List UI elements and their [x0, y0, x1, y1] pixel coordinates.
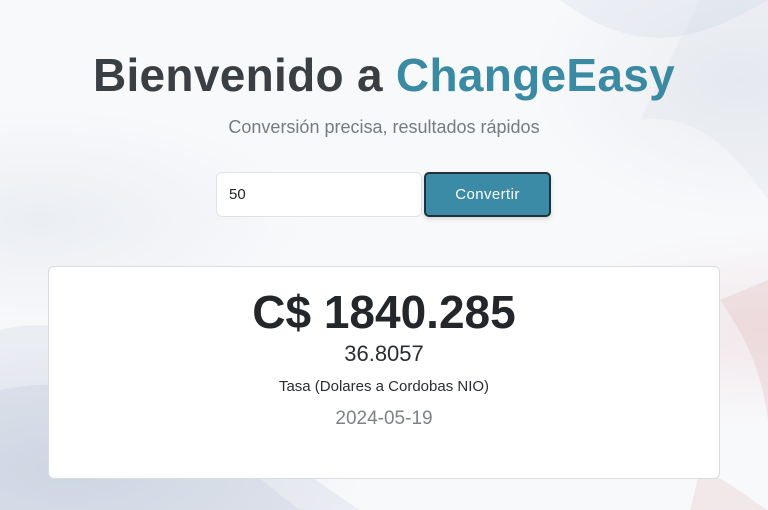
page-title: Bienvenido a ChangeEasy: [0, 48, 768, 102]
main-content: Bienvenido a ChangeEasy Conversión preci…: [0, 0, 768, 510]
convert-button[interactable]: Convertir: [424, 172, 551, 217]
page-subtitle: Conversión precisa, resultados rápidos: [228, 117, 540, 137]
exchange-rate-label: Tasa (Dolares a Cordobas NIO): [278, 378, 490, 395]
exchange-rate: 36.8057: [344, 341, 424, 366]
rate-date: 2024-05-19: [335, 408, 433, 429]
amount-input[interactable]: [216, 172, 422, 217]
result-card: C$ 1840.285 36.8057 Tasa (Dolares a Cord…: [48, 266, 720, 479]
converted-amount: C$ 1840.285: [252, 286, 516, 338]
title-prefix: Bienvenido a: [92, 49, 396, 101]
brand-name: ChangeEasy: [395, 49, 676, 101]
